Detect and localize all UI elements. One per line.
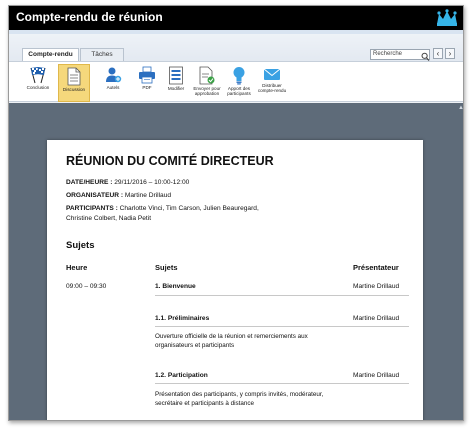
scroll-up-arrow-icon[interactable]: ▲ bbox=[458, 105, 463, 111]
row-description: Ouverture officielle de la réunion et re… bbox=[155, 332, 308, 350]
column-header-time: Heure bbox=[66, 263, 88, 272]
tab-bar: Compte-rendu Tâches Recherche ‹ › bbox=[9, 34, 463, 63]
ribbon-autels-button[interactable]: Autels bbox=[101, 64, 125, 102]
row-time: 09:00 – 09:30 bbox=[66, 283, 107, 290]
date-label: DATE/HEURE : bbox=[66, 179, 113, 186]
date-value: 29/11/2016 – 10:00-12:00 bbox=[114, 179, 190, 186]
participants-value-line1: Charlotte Vinci, Tim Carson, Julien Beau… bbox=[119, 205, 259, 212]
ribbon-label: Discussion bbox=[62, 87, 86, 92]
row-subject: 1.2. Participation bbox=[155, 372, 208, 379]
ribbon-label: Modifier bbox=[167, 86, 185, 91]
participants-line: PARTICIPANTS : Charlotte Vinci, Tim Cars… bbox=[66, 204, 306, 224]
row-description-line1: Ouverture officielle de la réunion et re… bbox=[155, 333, 308, 340]
approval-document-icon bbox=[199, 66, 215, 85]
previous-button[interactable]: ‹ bbox=[433, 48, 443, 59]
document-area[interactable]: ▲ RÉUNION DU COMITÉ DIRECTEUR DATE/HEURE… bbox=[9, 103, 463, 420]
ribbon-label: Distribuer compte-rendu bbox=[257, 83, 287, 93]
row-divider bbox=[155, 326, 409, 327]
envelope-icon bbox=[263, 68, 281, 80]
column-header-presenter: Présentateur bbox=[353, 263, 399, 272]
row-presenter: Martine Drillaud bbox=[353, 372, 400, 379]
ribbon-pdf-button[interactable]: PDF bbox=[136, 64, 158, 102]
ribbon-label: Envoyer pour approbation bbox=[193, 86, 221, 96]
printer-icon bbox=[139, 66, 155, 84]
ribbon-conclusion-button[interactable]: Conclusion bbox=[23, 64, 53, 102]
row-subject: 1.1. Préliminaires bbox=[155, 315, 210, 322]
document-page: RÉUNION DU COMITÉ DIRECTEUR DATE/HEURE :… bbox=[47, 140, 423, 420]
row-subject: 1. Bienvenue bbox=[155, 283, 196, 290]
title-bar: Compte-rendu de réunion bbox=[9, 6, 463, 32]
row-description: Présentation des participants, y compris… bbox=[155, 390, 323, 408]
app-window: Compte-rendu de réunion Compte-rendu Tâc… bbox=[8, 5, 464, 421]
section-heading: Sujets bbox=[66, 240, 95, 251]
tab-taches[interactable]: Tâches bbox=[80, 48, 124, 62]
edit-list-icon bbox=[169, 66, 183, 85]
ribbon-label: PDF bbox=[142, 85, 152, 90]
window-title: Compte-rendu de réunion bbox=[16, 10, 163, 24]
checkered-flags-icon bbox=[30, 67, 46, 84]
participants-value-line2: Christine Colbert, Nadia Petit bbox=[66, 215, 152, 222]
ribbon-modifier-button[interactable]: Modifier bbox=[164, 64, 188, 102]
row-description-line1: Présentation des participants, y compris… bbox=[155, 391, 324, 398]
organizer-label: ORGANISATEUR : bbox=[66, 192, 124, 199]
ribbon-envoyer-approbation-button[interactable]: Envoyer pour approbation bbox=[192, 64, 222, 102]
ribbon-toolbar: Conclusion Discussion Autels PDF Modifie… bbox=[9, 61, 463, 102]
organizer-value: Martine Drillaud bbox=[124, 192, 172, 199]
row-presenter: Martine Drillaud bbox=[353, 283, 400, 290]
participants-label: PARTICIPANTS : bbox=[66, 205, 118, 212]
ribbon-label: Conclusion bbox=[26, 85, 50, 90]
document-icon bbox=[67, 67, 81, 86]
crown-logo-icon bbox=[435, 9, 459, 32]
row-description-line2: organisateurs et participants bbox=[155, 342, 235, 349]
row-divider bbox=[155, 383, 409, 384]
ribbon-discussion-button[interactable]: Discussion bbox=[58, 64, 90, 102]
organizer-line: ORGANISATEUR : Martine Drillaud bbox=[66, 191, 171, 201]
ribbon-distribuer-compte-rendu-button[interactable]: Distribuer compte-rendu bbox=[255, 64, 289, 102]
next-button[interactable]: › bbox=[445, 48, 455, 59]
column-header-subjects: Sujets bbox=[155, 263, 178, 272]
row-description-line2: secrétaire et participants à distance bbox=[155, 400, 255, 407]
ribbon-label: Autels bbox=[106, 85, 120, 90]
ribbon-apport-participants-button[interactable]: Apport des participants bbox=[224, 64, 254, 102]
lightbulb-icon bbox=[233, 67, 245, 85]
ribbon-label: Apport des participants bbox=[227, 86, 251, 96]
row-presenter: Martine Drillaud bbox=[353, 315, 400, 322]
date-line: DATE/HEURE : 29/11/2016 – 10:00-12:00 bbox=[66, 178, 189, 188]
row-divider bbox=[155, 295, 409, 296]
user-add-icon bbox=[106, 67, 122, 83]
document-title: RÉUNION DU COMITÉ DIRECTEUR bbox=[66, 154, 274, 168]
